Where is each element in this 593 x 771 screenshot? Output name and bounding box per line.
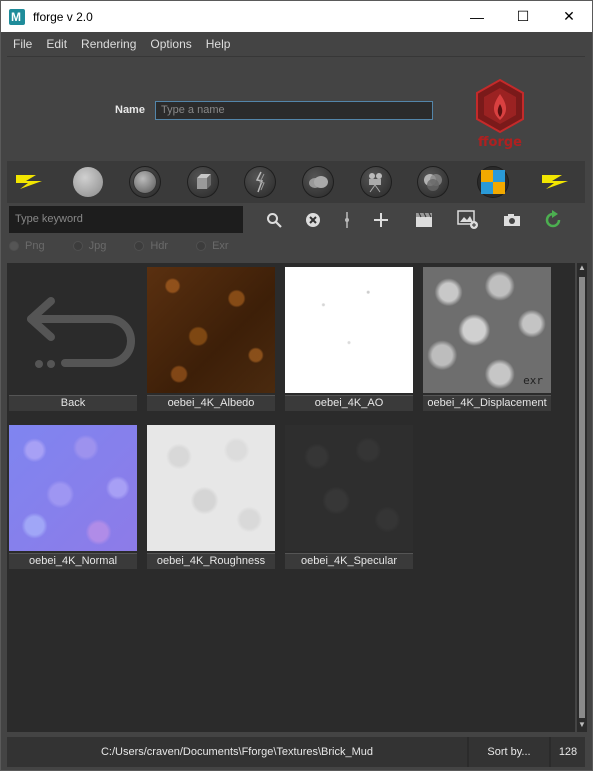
lightning-right-icon[interactable] [539,166,571,198]
minimize-button[interactable]: — [454,1,500,32]
lightning-left-icon[interactable] [13,166,45,198]
tile-label: oebei_4K_AO [285,395,413,411]
menu-rendering[interactable]: Rendering [74,37,143,51]
scroll-up-icon[interactable]: ▲ [577,263,587,275]
window-title: fforge v 2.0 [33,9,93,24]
sort-by-button[interactable]: Sort by... [469,737,549,767]
normal-thumbnail [9,425,137,551]
texture-tile-specular[interactable]: oebei_4K_Specular [285,421,413,569]
status-bar: C:/Users/craven/Documents\Fforge\Texture… [7,737,585,767]
back-tile[interactable]: Back [9,263,137,411]
title-bar: fforge v 2.0 — ☐ ✕ [1,1,592,32]
logo-text: fforge [478,135,522,150]
roughness-thumbnail [147,425,275,551]
ao-thumbnail [285,267,413,393]
tile-label: oebei_4K_Specular [285,553,413,569]
fforge-window: fforge v 2.0 — ☐ ✕ File Edit Rendering O… [0,0,593,771]
projector-icon[interactable] [360,166,392,198]
displacement-thumbnail: exr [423,267,551,393]
header-panel: Name Type a name fforge [7,58,585,158]
tile-label: oebei_4K_Roughness [147,553,275,569]
specular-thumbnail [285,425,413,551]
texture-tile-albedo[interactable]: oebei_4K_Albedo [147,263,275,411]
hair-icon[interactable] [244,166,276,198]
tile-label: oebei_4K_Normal [9,553,137,569]
fforge-logo: fforge [476,78,524,150]
texture-tile-displacement[interactable]: exr oebei_4K_Displacement [423,263,551,411]
format-png-radio[interactable]: Png [9,238,45,254]
menu-divider [7,56,585,57]
cloud-icon[interactable] [302,166,334,198]
sphere-icon[interactable] [72,166,104,198]
menu-help[interactable]: Help [199,37,238,51]
texture-grid: Back oebei_4K_Albedo oebei_4K_AO exr oeb… [7,263,575,732]
color-mix-icon[interactable] [417,166,449,198]
scrollbar-thumb[interactable] [579,277,585,718]
format-hdr-radio[interactable]: Hdr [134,238,168,254]
maximize-button[interactable]: ☐ [500,1,546,32]
clear-icon[interactable] [302,209,324,231]
maya-app-icon [9,8,25,25]
tile-label: Back [9,395,137,411]
shader-ball-icon[interactable] [129,166,161,198]
separator-icon [336,209,358,231]
thumbnail-size-field[interactable]: 128 [551,737,585,767]
color-checker-icon[interactable] [477,166,509,198]
menu-edit[interactable]: Edit [39,37,74,51]
name-input[interactable]: Type a name [155,101,433,120]
close-button[interactable]: ✕ [546,1,592,32]
name-label: Name [115,104,145,116]
add-icon[interactable] [370,209,392,231]
cube-icon[interactable] [187,166,219,198]
scroll-down-icon[interactable]: ▼ [577,720,587,732]
format-radio-group: Png Jpg Hdr Exr [9,238,257,254]
current-path: C:/Users/craven/Documents\Fforge\Texture… [7,737,467,767]
tile-label: oebei_4K_Displacement [423,395,551,411]
exr-badge: exr [523,374,543,387]
menu-bar: File Edit Rendering Options Help [1,32,592,56]
refresh-icon[interactable] [542,209,564,231]
image-add-icon[interactable] [457,209,479,231]
menu-file[interactable]: File [6,37,39,51]
camera-icon[interactable] [501,209,523,231]
texture-tile-normal[interactable]: oebei_4K_Normal [9,421,137,569]
format-jpg-radio[interactable]: Jpg [72,238,106,254]
back-arrow-icon [9,267,137,393]
keyword-search-input[interactable]: Type keyword [9,206,243,233]
menu-options[interactable]: Options [143,37,198,51]
tile-label: oebei_4K_Albedo [147,395,275,411]
texture-tile-ao[interactable]: oebei_4K_AO [285,263,413,411]
clapper-icon[interactable] [413,209,435,231]
albedo-thumbnail [147,267,275,393]
shader-toolbar [7,161,585,203]
grid-scrollbar[interactable]: ▲ ▼ [577,263,587,732]
format-exr-radio[interactable]: Exr [196,238,229,254]
search-icon[interactable] [263,209,285,231]
texture-tile-roughness[interactable]: oebei_4K_Roughness [147,421,275,569]
